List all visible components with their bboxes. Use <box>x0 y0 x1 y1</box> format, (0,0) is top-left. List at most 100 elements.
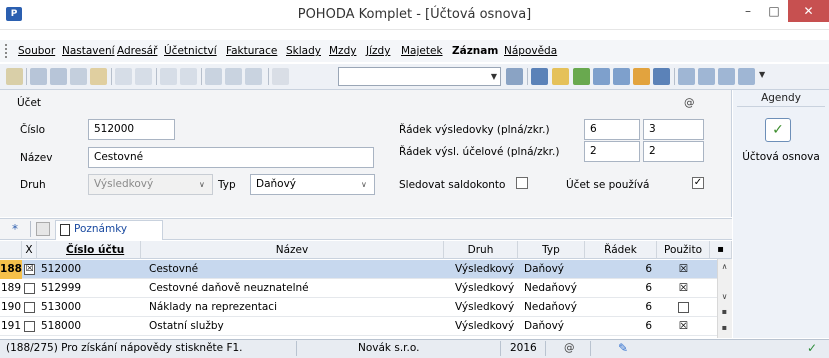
chevron-down-icon: ∨ <box>199 180 205 189</box>
agendy-item-ucetni-osnova[interactable]: Účtová osnova <box>733 151 829 163</box>
menu-zaznam[interactable]: Záznam <box>452 44 498 58</box>
menu-soubor[interactable]: Soubor <box>18 44 55 58</box>
toolbar-new-record-icon[interactable] <box>115 68 132 85</box>
radek-ucelove-short-field[interactable]: 2 <box>643 141 704 162</box>
table-header-radek[interactable]: Řádek <box>585 241 657 259</box>
table-header-x[interactable]: X <box>22 241 37 259</box>
cell-radek: 6 <box>645 282 652 294</box>
table-header-typ[interactable]: Typ <box>518 241 585 259</box>
cell-cislo: 518000 <box>41 320 82 332</box>
table-header-nazev[interactable]: Název <box>141 241 444 259</box>
status-year: 2016 <box>510 342 537 354</box>
row-select-checkbox[interactable] <box>24 321 35 332</box>
tab-new-record[interactable]: * <box>4 220 26 238</box>
tab-poznamky-label[interactable]: Poznámky <box>74 223 127 235</box>
radek-vysledovky-full-field[interactable]: 6 <box>584 119 640 140</box>
cell-pouzito: ☒ <box>678 282 689 294</box>
menu-sklady[interactable]: Sklady <box>286 44 321 58</box>
cislo-field[interactable]: 512000 <box>88 119 175 140</box>
status-separator <box>545 341 546 356</box>
chevron-down-icon[interactable]: ▼ <box>487 67 501 86</box>
toolbar-print-icon[interactable] <box>50 68 67 85</box>
menu-nastaveni[interactable]: Nastavení <box>62 44 115 58</box>
table-header-druh[interactable]: Druh <box>444 241 518 259</box>
toolbar-panel-icon[interactable] <box>718 68 735 85</box>
toolbar-accounting-icon[interactable] <box>573 68 590 85</box>
row-number: 191 <box>0 320 22 332</box>
maximize-button[interactable]: □ <box>761 0 787 22</box>
toolbar-copy-icon[interactable] <box>245 68 262 85</box>
cell-nazev: Cestovné daňově neuznatelné <box>149 282 309 294</box>
toolbar-payment-icon[interactable] <box>633 68 650 85</box>
column-chooser-icon[interactable]: ▪ <box>710 241 732 259</box>
toolbar-search-icon[interactable] <box>30 68 47 85</box>
toolbar-save-icon[interactable] <box>205 68 222 85</box>
toolbar-window-icon[interactable] <box>678 68 695 85</box>
cell-druh: Výsledkový <box>455 320 515 332</box>
scroll-down-icon[interactable]: ∨ <box>718 291 731 303</box>
menu-jizdy[interactable]: Jízdy <box>366 44 390 58</box>
cell-cislo: 513000 <box>41 301 82 313</box>
section-label: Účet <box>17 97 42 109</box>
radek-ucelove-full-field[interactable]: 2 <box>584 141 640 162</box>
tab-filter-icon[interactable] <box>36 222 50 236</box>
toolbar-iban-icon[interactable] <box>653 68 670 85</box>
check-icon: ✓ <box>772 122 784 138</box>
note-icon <box>60 224 70 236</box>
toolbar-preview-icon[interactable] <box>70 68 87 85</box>
toolbar-separator <box>268 68 269 85</box>
minimize-button[interactable]: – <box>735 0 761 22</box>
radek-vysledovky-short-field[interactable]: 3 <box>643 119 704 140</box>
toolbar-settings-icon[interactable] <box>738 68 755 85</box>
toolbar-folder-icon[interactable] <box>552 68 569 85</box>
ucet-pouziva-checkbox[interactable]: ✓ <box>692 177 704 189</box>
scroll-page-icon[interactable]: ▪ <box>718 306 731 318</box>
cell-pouzito: ☒ <box>678 263 689 275</box>
menu-napoveda[interactable]: Nápověda <box>504 44 557 58</box>
toolbar-help-icon[interactable] <box>6 68 23 85</box>
cell-radek: 6 <box>645 320 652 332</box>
close-button[interactable]: ✕ <box>788 0 829 22</box>
toolbar-list-icon[interactable] <box>613 68 630 85</box>
menu-majetek[interactable]: Majetek <box>401 44 443 58</box>
cell-nazev: Ostatní služby <box>149 320 224 332</box>
row-select-checkbox[interactable] <box>24 283 35 294</box>
chevron-down-icon[interactable]: ▼ <box>759 70 765 79</box>
toolbar-layout-icon[interactable] <box>698 68 715 85</box>
toolbar-calculator-icon[interactable] <box>593 68 610 85</box>
toolbar-filter-icon[interactable] <box>506 68 523 85</box>
toolbar-export-icon[interactable] <box>90 68 107 85</box>
radek-ucelove-label: Řádek výsl. účelové (plná/zkr.) <box>399 146 560 158</box>
toolbar-save-all-icon[interactable] <box>225 68 242 85</box>
toolbar-edit-icon[interactable] <box>135 68 152 85</box>
toolbar-back-icon[interactable] <box>160 68 177 85</box>
at-icon[interactable]: @ <box>684 97 695 109</box>
toolbar-separator <box>156 68 157 85</box>
menu-adresar[interactable]: Adresář <box>117 44 157 58</box>
row-number: 189 <box>0 282 22 294</box>
menu-fakturace[interactable]: Fakturace <box>226 44 277 58</box>
toolbar-filter-combo[interactable] <box>338 67 501 86</box>
scroll-page-icon[interactable]: ▪ <box>718 322 731 334</box>
cell-radek: 6 <box>645 263 652 275</box>
saldokonto-checkbox[interactable] <box>516 177 528 189</box>
table-header-pouzito[interactable]: Použito <box>657 241 710 259</box>
scroll-up-icon[interactable]: ∧ <box>718 261 731 273</box>
status-pen-icon[interactable]: ✎ <box>618 341 628 356</box>
toolbar-forward-icon[interactable] <box>180 68 197 85</box>
menu-ucetnictvi[interactable]: Účetnictví <box>164 44 217 58</box>
status-ok-icon: ✓ <box>807 341 818 355</box>
druh-select[interactable]: Výsledkový <box>88 174 213 195</box>
table-header-cislo-uctu[interactable]: Číslo účtu <box>37 241 141 259</box>
nazev-field[interactable]: Cestovné <box>88 147 374 168</box>
saldokonto-label: Sledovat saldokonto <box>399 179 506 191</box>
cell-pouzito: ☒ <box>678 320 689 332</box>
row-select-checkbox[interactable]: ☒ <box>24 264 35 275</box>
toolbar-delete-icon[interactable] <box>272 68 289 85</box>
row-select-checkbox[interactable] <box>24 302 35 313</box>
toolbar-select-icon[interactable] <box>531 68 548 85</box>
typ-select[interactable]: Daňový <box>250 174 375 195</box>
menu-mzdy[interactable]: Mzdy <box>329 44 356 58</box>
status-email-icon[interactable]: @ <box>564 341 575 356</box>
toolbar-separator <box>201 68 202 85</box>
